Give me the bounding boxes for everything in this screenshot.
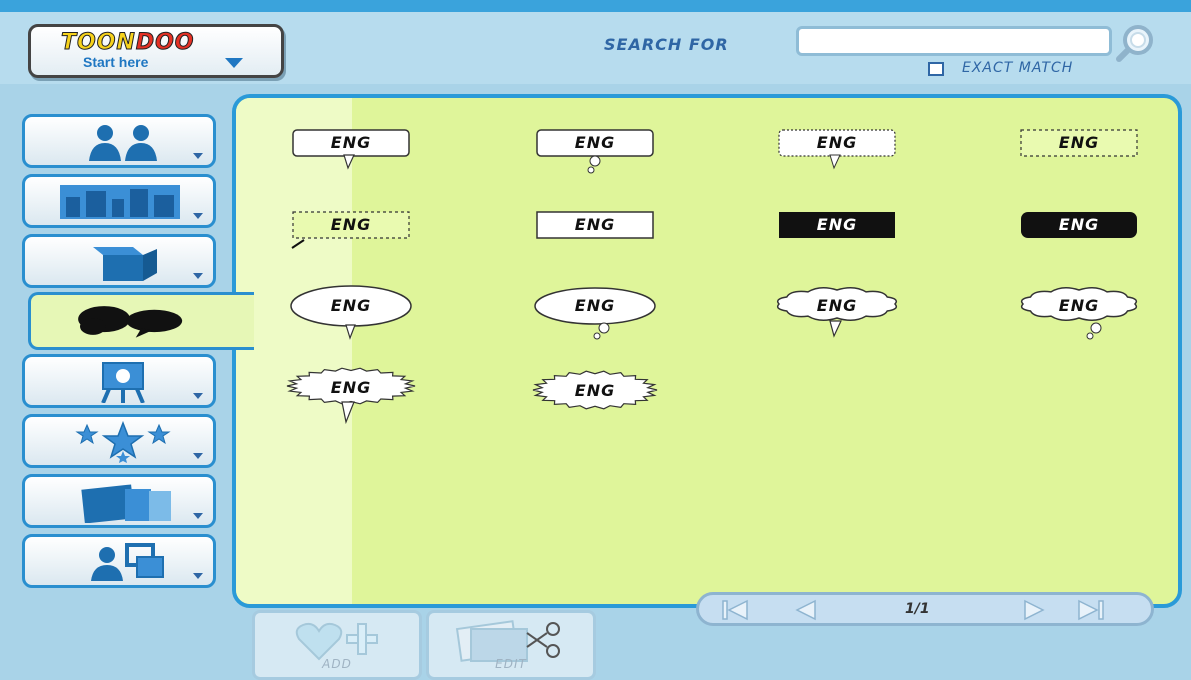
start-here-label: Start here xyxy=(83,54,149,70)
chevron-down-icon xyxy=(193,273,203,279)
bubble-text: ENG xyxy=(817,133,857,152)
bubble-shape-icon: ENG xyxy=(536,211,654,239)
speech-bubble-rect-caption[interactable]: ENG xyxy=(500,202,690,264)
character-frame-icon xyxy=(91,543,164,581)
bubble-text: ENG xyxy=(331,133,371,152)
magnifier-icon xyxy=(1116,25,1153,62)
speech-bubble-rect-dashed-tail[interactable]: ENG xyxy=(256,202,446,264)
add-button[interactable]: ADD xyxy=(252,610,422,680)
tab-characters[interactable] xyxy=(22,114,216,168)
chevron-down-icon xyxy=(193,513,203,519)
chevron-down-icon xyxy=(193,573,203,579)
bubble-shape-icon: ENG xyxy=(286,367,416,425)
bubble-shape-icon: ENG xyxy=(534,287,656,340)
bubble-text: ENG xyxy=(1059,215,1099,234)
edit-button[interactable]: EDIT xyxy=(426,610,596,680)
bubble-grid: ENG ENG ENG ENG ENG ENG ENG ENG ENG ENG ENG ENG ENG E… xyxy=(236,98,1178,604)
top-stripe xyxy=(0,0,1191,12)
stars-icon xyxy=(75,421,171,463)
add-label: ADD xyxy=(322,657,352,671)
speech-bubble-rect-dotted-speech[interactable]: ENG xyxy=(742,120,932,182)
speech-bubbles-icon xyxy=(78,306,183,338)
bubble-text: ENG xyxy=(575,296,615,315)
bubble-shape-icon: ENG xyxy=(290,285,412,340)
bubble-shape-icon: ENG xyxy=(1021,212,1137,238)
chevron-down-icon xyxy=(193,453,203,459)
easel-icon xyxy=(101,362,145,403)
exact-match-checkbox[interactable] xyxy=(928,62,944,76)
bubble-shape-icon: ENG xyxy=(1020,287,1138,340)
edit-label: EDIT xyxy=(495,657,527,671)
bubble-text: ENG xyxy=(575,381,615,400)
speech-bubble-rect-dashed[interactable]: ENG xyxy=(984,120,1174,182)
bubble-text: ENG xyxy=(331,296,371,315)
bubble-shape-icon: ENG xyxy=(292,129,410,170)
speech-bubble-cloud-thought[interactable]: ENG xyxy=(984,284,1174,346)
tab-backgrounds[interactable] xyxy=(22,174,216,228)
exact-match-label: EXACT MATCH xyxy=(962,60,1074,76)
speech-bubble-burst[interactable]: ENG xyxy=(500,366,690,428)
start-here-button[interactable]: TOONDOO Start here xyxy=(28,24,284,78)
pager: 1/1 xyxy=(696,592,1154,626)
page-indicator: 1/1 xyxy=(905,601,930,617)
bubble-text: ENG xyxy=(331,378,371,397)
speech-bubble-oval-thought[interactable]: ENG xyxy=(500,284,690,346)
characters-icon xyxy=(89,125,157,161)
prev-page-icon[interactable] xyxy=(789,598,825,622)
bubble-shape-icon: ENG xyxy=(291,211,410,249)
search-label: SEARCH FOR xyxy=(604,35,729,54)
bubble-text: ENG xyxy=(575,215,615,234)
photos-icon xyxy=(81,484,171,523)
speech-bubble-burst-speech[interactable]: ENG xyxy=(256,366,446,428)
chevron-down-icon xyxy=(193,153,203,159)
bubble-text: ENG xyxy=(817,215,857,234)
first-page-icon[interactable] xyxy=(719,598,755,622)
bubble-text: ENG xyxy=(331,215,371,234)
bubble-text: ENG xyxy=(817,296,857,315)
content-panel: ENG ENG ENG ENG ENG ENG ENG ENG ENG ENG ENG ENG ENG E… xyxy=(232,94,1182,608)
speech-bubble-rect-thought[interactable]: ENG xyxy=(500,120,690,182)
last-page-icon[interactable] xyxy=(1071,598,1107,622)
speech-bubble-oval-speech[interactable]: ENG xyxy=(256,284,446,346)
next-page-icon[interactable] xyxy=(1015,598,1051,622)
speech-bubble-rect-speech[interactable]: ENG xyxy=(256,120,446,182)
speech-bubble-rect-black-rounded[interactable]: ENG xyxy=(984,202,1174,264)
tab-text[interactable] xyxy=(22,354,216,408)
search-input[interactable] xyxy=(796,26,1112,56)
chevron-down-icon xyxy=(193,393,203,399)
search-button[interactable] xyxy=(1114,23,1158,63)
bubble-text: ENG xyxy=(1059,133,1099,152)
bubble-shape-icon: ENG xyxy=(779,212,895,238)
tab-my-characters[interactable] xyxy=(22,534,216,588)
speech-bubble-rect-black[interactable]: ENG xyxy=(742,202,932,264)
tab-speech-bubbles[interactable] xyxy=(28,292,254,350)
tab-props[interactable] xyxy=(22,234,216,288)
bubble-text: ENG xyxy=(575,133,615,152)
backgrounds-icon xyxy=(60,185,180,219)
toondoo-logo: TOONDOO xyxy=(61,30,195,56)
chevron-down-icon xyxy=(193,213,203,219)
box-icon xyxy=(93,247,157,281)
bubble-shape-icon: ENG xyxy=(778,129,896,170)
chevron-down-icon xyxy=(225,58,243,68)
bubble-shape-icon: ENG xyxy=(536,129,654,174)
bubble-shape-icon: ENG xyxy=(776,287,898,338)
speech-bubble-cloud-speech[interactable]: ENG xyxy=(742,284,932,346)
tab-images[interactable] xyxy=(22,474,216,528)
bubble-shape-icon: ENG xyxy=(1020,129,1138,157)
bubble-shape-icon: ENG xyxy=(532,370,658,410)
tab-special-effects[interactable] xyxy=(22,414,216,468)
bubble-text: ENG xyxy=(1059,296,1099,315)
